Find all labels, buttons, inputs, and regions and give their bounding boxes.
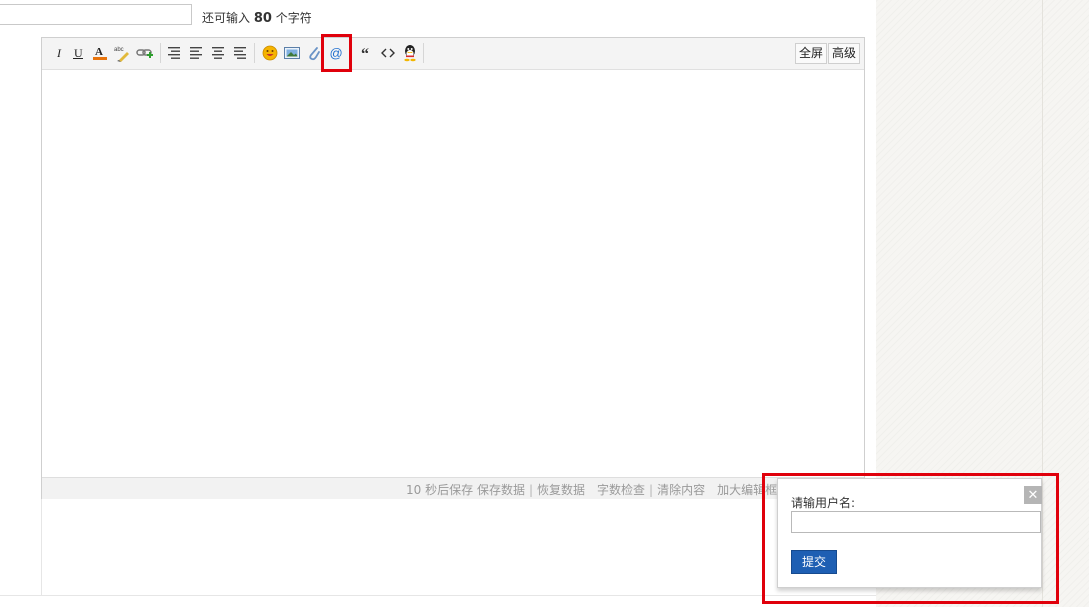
editor: I U A abc @ “ 全屏 高级 10 秒后保存 保存数据 | 恢复数据 … — [41, 37, 865, 499]
align-left-icon[interactable] — [165, 44, 183, 62]
status-pipe: | — [528, 483, 534, 497]
toolbar-separator — [254, 43, 255, 63]
toolbar-separator — [160, 43, 161, 63]
font-color-icon[interactable]: A — [91, 44, 109, 62]
char-count-suffix: 个字符 — [275, 11, 312, 25]
char-count: 还可输入 80 个字符 — [202, 9, 312, 26]
at-button-highlight — [321, 34, 352, 72]
link-icon[interactable] — [136, 44, 154, 62]
code-icon[interactable] — [379, 44, 397, 62]
underline-icon[interactable]: U — [69, 44, 87, 62]
quote-icon[interactable]: “ — [357, 44, 375, 62]
save-data-link[interactable]: 保存数据 — [477, 483, 525, 497]
fullscreen-button[interactable]: 全屏 — [795, 43, 828, 64]
clear-content-link[interactable]: 清除内容 — [657, 483, 705, 497]
word-check-link[interactable]: 字数检查 — [597, 483, 645, 497]
svg-text:A: A — [95, 46, 103, 58]
advanced-button[interactable]: 高级 — [828, 43, 861, 64]
popup-highlight — [762, 473, 1059, 604]
editor-toolbar: I U A abc @ “ 全屏 高级 — [42, 38, 864, 70]
svg-text:I: I — [56, 46, 62, 60]
char-count-value: 80 — [253, 11, 272, 26]
align-justify-icon[interactable] — [187, 44, 205, 62]
autosave-countdown: 10 — [406, 483, 422, 497]
italic-icon[interactable]: I — [50, 44, 68, 62]
svg-text:“: “ — [361, 46, 369, 60]
char-count-prefix: 还可输入 — [202, 11, 251, 25]
bottom-divider — [0, 595, 876, 596]
restore-data-link[interactable]: 恢复数据 — [537, 483, 585, 497]
image-icon[interactable] — [283, 44, 301, 62]
editor-footer-area — [41, 499, 865, 595]
status-actions: 10 秒后保存 保存数据 | 恢复数据 字数检查 | 清除内容 加大编辑框 — [406, 481, 777, 498]
emoticon-icon[interactable] — [261, 44, 279, 62]
editor-statusbar: 10 秒后保存 保存数据 | 恢复数据 字数检查 | 清除内容 加大编辑框 — [42, 477, 864, 499]
status-pipe: | — [649, 483, 654, 497]
toolbar-separator — [423, 43, 424, 63]
autosave-text: 秒后保存 — [425, 483, 474, 497]
align-right-icon[interactable] — [231, 44, 249, 62]
editor-content-area[interactable] — [42, 70, 864, 477]
align-center-icon[interactable] — [209, 44, 227, 62]
highlight-icon[interactable]: abc — [113, 44, 131, 62]
qq-icon[interactable] — [401, 44, 419, 62]
svg-text:abc: abc — [114, 47, 124, 53]
svg-text:U: U — [74, 46, 83, 60]
subject-input[interactable] — [0, 4, 192, 25]
